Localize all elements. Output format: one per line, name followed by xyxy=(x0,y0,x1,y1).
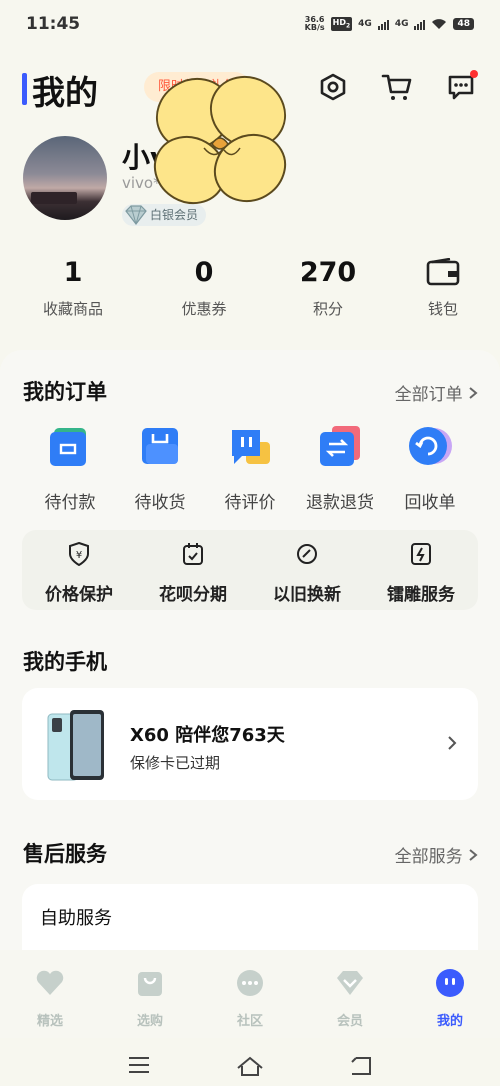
chevron-right-icon xyxy=(448,736,457,750)
all-services-link[interactable]: 全部服务 xyxy=(395,842,478,867)
recycle-order-icon xyxy=(409,427,452,465)
battery-icon: 48 xyxy=(453,18,474,30)
nav-shop[interactable]: 选购 xyxy=(110,968,190,1029)
order-status-row: 待付款 待收货 待评价 退款退货 回收单 xyxy=(0,424,500,514)
services-row: ¥ 价格保护 花呗分期 以旧换新 镭雕服务 xyxy=(22,530,478,610)
self-service-title: 自助服务 xyxy=(40,908,112,929)
orders-section-title: 我的订单 xyxy=(23,380,107,404)
nav-member[interactable]: 会员 xyxy=(310,968,390,1029)
service-installment[interactable]: 花呗分期 xyxy=(136,542,250,605)
profile-face-icon xyxy=(436,969,464,997)
service-price-protect[interactable]: ¥ 价格保护 xyxy=(22,541,136,605)
heart-icon xyxy=(36,970,64,995)
warranty-status: 保修卡已过期 xyxy=(130,754,221,772)
diamond-icon xyxy=(337,971,363,995)
stat-points[interactable]: 270 积分 xyxy=(278,254,378,319)
chat-bubble-icon xyxy=(237,970,263,996)
phone-image-icon xyxy=(47,710,104,781)
svg-text:¥: ¥ xyxy=(76,550,82,561)
stat-wallet[interactable]: 钱包 xyxy=(393,254,493,319)
title-accent-bar xyxy=(22,73,27,105)
stat-coupons[interactable]: 0 优惠券 xyxy=(154,254,254,319)
service-trade-in[interactable]: 以旧换新 xyxy=(250,542,364,605)
pending-payment-icon xyxy=(50,428,86,466)
stat-favorites[interactable]: 1 收藏商品 xyxy=(23,254,123,319)
back-icon[interactable] xyxy=(350,1056,372,1076)
service-engraving[interactable]: 镭雕服务 xyxy=(364,542,478,605)
order-recycle[interactable]: 回收单 xyxy=(375,424,485,513)
all-orders-link[interactable]: 全部订单 xyxy=(395,380,478,405)
signal-icon xyxy=(377,18,389,30)
home-icon[interactable] xyxy=(236,1056,264,1076)
unread-dot xyxy=(470,70,478,78)
status-time: 11:45 xyxy=(26,14,81,34)
status-indicators: 36.6 KB/s HD2 4G 4G 48 xyxy=(305,16,474,32)
menu-icon[interactable] xyxy=(128,1056,150,1074)
after-sales-section-title: 售后服务 xyxy=(23,842,107,866)
flower-sticker-icon xyxy=(153,75,287,205)
page-title: 我的 xyxy=(32,73,98,112)
phone-model-line: X60 陪伴您763天 xyxy=(130,725,285,746)
pending-receipt-icon xyxy=(142,428,178,464)
wallet-icon xyxy=(393,254,493,292)
nav-mine[interactable]: 我的 xyxy=(410,968,490,1029)
network-type-2: 4G xyxy=(394,19,409,29)
system-nav-bar xyxy=(0,1040,500,1086)
network-type-1: 4G xyxy=(358,19,372,29)
my-phone-card[interactable]: X60 陪伴您763天 保修卡已过期 xyxy=(22,688,478,800)
nav-community[interactable]: 社区 xyxy=(210,968,290,1029)
trade-in-icon xyxy=(297,544,317,564)
wifi-icon xyxy=(432,19,447,29)
message-icon[interactable] xyxy=(444,70,478,104)
my-phone-section-title: 我的手机 xyxy=(23,650,107,674)
chevron-right-icon xyxy=(469,387,478,399)
price-protect-icon: ¥ xyxy=(69,541,89,567)
hd-voice-icon: HD2 xyxy=(330,17,353,31)
signal-icon-2 xyxy=(414,18,426,30)
network-speed: 36.6 KB/s xyxy=(304,15,325,32)
cart-icon[interactable] xyxy=(380,70,414,104)
engraving-icon xyxy=(411,543,431,565)
refund-icon xyxy=(320,426,360,466)
bottom-nav: 精选 选购 社区 会员 我的 xyxy=(0,950,500,1038)
chevron-right-icon xyxy=(469,849,478,861)
avatar[interactable] xyxy=(23,136,107,220)
shopping-bag-icon xyxy=(138,972,162,996)
pending-review-icon xyxy=(232,430,270,464)
nav-featured[interactable]: 精选 xyxy=(10,968,90,1029)
stats-row: 1 收藏商品 0 优惠券 270 积分 钱包 xyxy=(0,254,500,324)
settings-hex-icon[interactable] xyxy=(316,70,350,104)
installment-icon xyxy=(183,543,203,565)
status-bar: 11:45 36.6 KB/s HD2 4G 4G 48 xyxy=(0,0,500,52)
